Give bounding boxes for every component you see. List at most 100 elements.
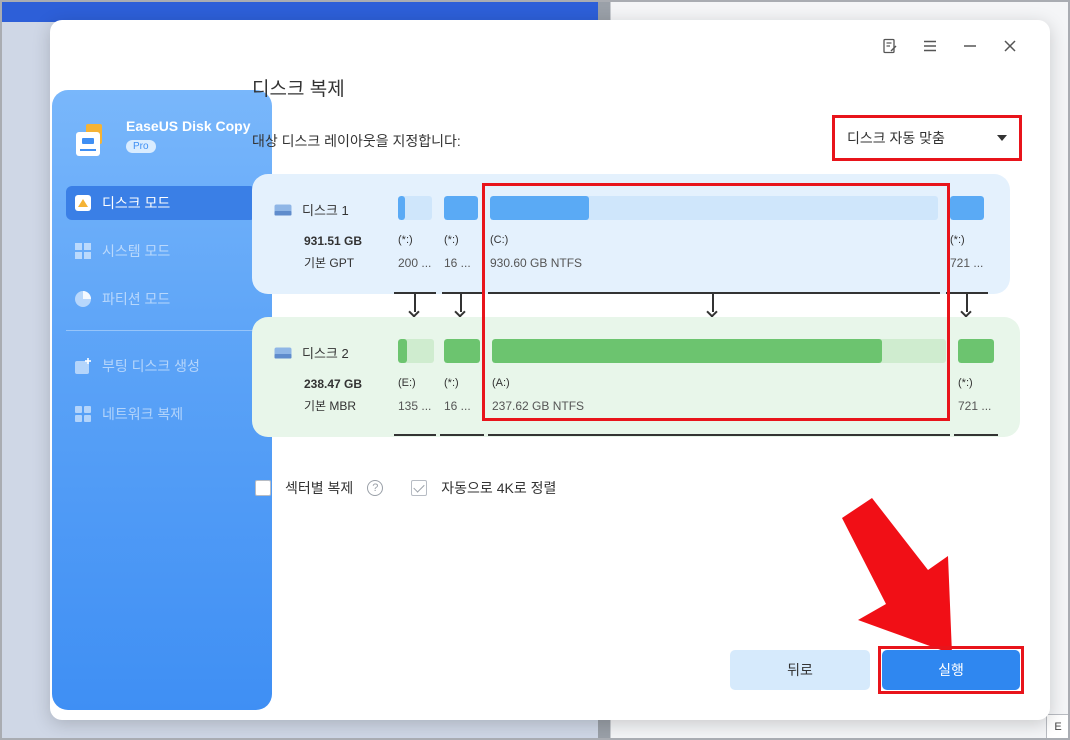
partition-usage-bar (490, 196, 938, 220)
partition-usage-fill (398, 339, 407, 363)
boot-disk-icon (74, 357, 92, 375)
corner-button[interactable]: E (1046, 714, 1070, 740)
partition-info: 930.60 GB NTFS (490, 256, 583, 270)
sidebar-item-boot-disk[interactable]: 부팅 디스크 생성 (66, 349, 256, 383)
partition-usage-bar (398, 196, 432, 220)
partition-pie-icon (74, 290, 92, 308)
sector-clone-label: 섹터별 복제 (285, 480, 354, 496)
menu-icon[interactable] (910, 36, 950, 56)
clone-options: 섹터별 복제 ? 자동으로 4K로 정렬 (255, 478, 556, 498)
sidebar-nav: 디스크 모드 시스템 모드 파티션 모드 부팅 디스크 생성 네트워크 복제 (66, 186, 256, 445)
partition-info: 200 ... (398, 256, 432, 270)
partition-usage-bar (958, 339, 994, 363)
target-partition[interactable]: (*:) 721 ... (958, 339, 994, 413)
sector-clone-checkbox[interactable] (255, 480, 271, 496)
sidebar: EaseUS Disk Copy Pro 디스크 모드 시스템 모드 파티션 모… (52, 90, 272, 710)
source-partition[interactable]: (*:) 721 ... (950, 196, 984, 270)
partition-baseline (488, 292, 940, 294)
app-window: EaseUS Disk Copy Pro 디스크 모드 시스템 모드 파티션 모… (50, 20, 1050, 720)
partition-usage-fill (444, 196, 478, 220)
back-button[interactable]: 뒤로 (730, 650, 870, 690)
partition-baseline (954, 434, 998, 436)
source-disk-size: 931.51 GB (304, 234, 363, 248)
partition-letter: (E:) (398, 377, 416, 389)
sidebar-item-partition-mode[interactable]: 파티션 모드 (66, 282, 256, 316)
sidebar-item-label: 디스크 모드 (102, 195, 171, 211)
source-disk-name: 디스크 1 (302, 203, 349, 218)
partition-baseline (394, 434, 436, 436)
disk-drive-icon (274, 347, 292, 359)
network-clone-icon (74, 405, 92, 423)
annotation-arrow-icon (842, 498, 952, 654)
partition-letter: (*:) (398, 234, 413, 246)
close-icon[interactable] (990, 36, 1030, 56)
target-disk-type: 기본 MBR (304, 399, 357, 413)
partition-usage-bar (492, 339, 946, 363)
sidebar-item-label: 시스템 모드 (102, 243, 171, 259)
target-partition[interactable]: (*:) 16 ... (444, 339, 480, 413)
source-partition[interactable]: (C:) 930.60 GB NTFS (490, 196, 938, 270)
partition-usage-fill (444, 339, 480, 363)
target-disk-size: 238.47 GB (304, 377, 363, 391)
sidebar-item-network-clone[interactable]: 네트워크 복제 (66, 397, 256, 431)
help-icon[interactable]: ? (367, 480, 384, 496)
run-button[interactable]: 실행 (882, 650, 1020, 690)
align-4k-checkbox[interactable] (411, 480, 428, 496)
partition-letter: (A:) (492, 377, 510, 389)
titlebar-controls (870, 36, 1030, 56)
mapping-arrow-icon (966, 294, 968, 312)
partition-usage-fill (950, 196, 984, 220)
layout-dropdown[interactable]: 디스크 자동 맞춤 (832, 115, 1022, 161)
easeus-logo-icon (72, 122, 110, 160)
sidebar-divider (66, 330, 256, 331)
partition-info: 237.62 GB NTFS (492, 399, 585, 413)
align-4k-label: 자동으로 4K로 정렬 (441, 480, 557, 496)
partition-info: 721 ... (950, 256, 984, 270)
source-partition[interactable]: (*:) 200 ... (398, 196, 432, 270)
partition-info: 135 ... (398, 399, 432, 413)
partition-usage-bar (444, 196, 478, 220)
target-disk-panel[interactable]: 디스크 2 238.47 GB 기본 MBR (E:) 135 ... (*:)… (252, 317, 1020, 437)
source-disk-panel[interactable]: 디스크 1 931.51 GB 기본 GPT (*:) 200 ... (*:)… (252, 174, 1010, 294)
partition-usage-bar (444, 339, 480, 363)
minimize-icon[interactable] (950, 36, 990, 56)
partition-usage-fill (492, 339, 883, 363)
partition-letter: (*:) (950, 234, 965, 246)
sidebar-item-disk-mode[interactable]: 디스크 모드 (66, 186, 256, 220)
pro-badge: Pro (126, 140, 156, 153)
source-disk-type: 기본 GPT (304, 256, 355, 270)
partition-baseline (488, 434, 950, 436)
disk-mode-icon (74, 194, 92, 212)
partition-info: 16 ... (444, 256, 471, 270)
partition-letter: (*:) (444, 377, 459, 389)
target-partition[interactable]: (E:) 135 ... (398, 339, 434, 413)
layout-dropdown-value: 디스크 자동 맞춤 (847, 130, 945, 146)
layout-label: 대상 디스크 레이아웃을 지정합니다: (252, 133, 461, 149)
sidebar-item-system-mode[interactable]: 시스템 모드 (66, 234, 256, 268)
mapping-arrow-icon (712, 294, 714, 312)
partition-info: 721 ... (958, 399, 992, 413)
sidebar-item-label: 네트워크 복제 (102, 406, 184, 422)
caret-down-icon (997, 135, 1007, 141)
mapping-arrow-icon (414, 294, 416, 312)
sidebar-item-label: 부팅 디스크 생성 (102, 358, 200, 374)
partition-baseline (442, 292, 482, 294)
brand-name: EaseUS Disk Copy (126, 118, 251, 134)
partition-usage-bar (398, 339, 434, 363)
target-disk-name: 디스크 2 (302, 346, 349, 361)
sidebar-item-label: 파티션 모드 (102, 291, 171, 307)
background-window-bar (0, 0, 598, 22)
partition-letter: (*:) (958, 377, 973, 389)
partition-usage-fill (398, 196, 405, 220)
target-partition[interactable]: (A:) 237.62 GB NTFS (492, 339, 946, 413)
partition-usage-fill (958, 339, 994, 363)
windows-icon (74, 242, 92, 260)
page-title: 디스크 복제 (252, 79, 345, 100)
partition-usage-fill (490, 196, 589, 220)
partition-baseline (440, 434, 484, 436)
partition-letter: (*:) (444, 234, 459, 246)
source-partition[interactable]: (*:) 16 ... (444, 196, 478, 270)
partition-letter: (C:) (490, 234, 509, 246)
feedback-icon[interactable] (870, 36, 910, 56)
brand: EaseUS Disk Copy Pro (72, 118, 251, 160)
